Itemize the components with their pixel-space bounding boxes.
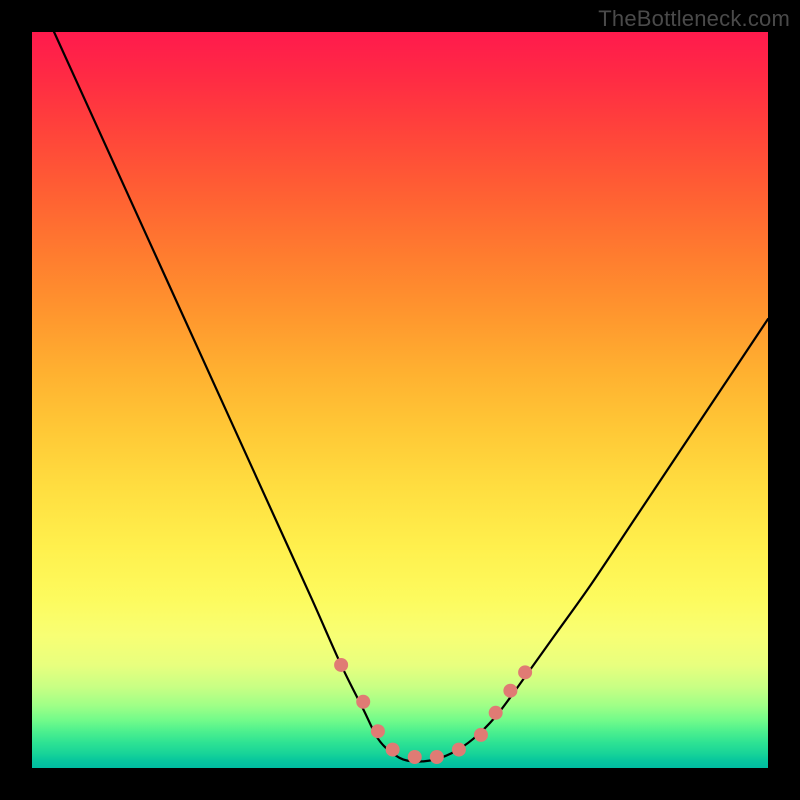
- chart-frame: TheBottleneck.com: [0, 0, 800, 800]
- highlight-dot: [430, 750, 444, 764]
- highlight-dot: [334, 658, 348, 672]
- highlight-dot: [518, 665, 532, 679]
- highlight-dot: [408, 750, 422, 764]
- plot-area: [32, 32, 768, 768]
- bottleneck-curve: [54, 32, 768, 762]
- highlight-dot: [371, 724, 385, 738]
- chart-svg: [32, 32, 768, 768]
- highlight-dot: [474, 728, 488, 742]
- highlight-dot: [489, 706, 503, 720]
- highlight-dot: [386, 743, 400, 757]
- curve-layer: [54, 32, 768, 762]
- highlight-dot: [356, 695, 370, 709]
- highlight-dot: [452, 743, 466, 757]
- watermark-text: TheBottleneck.com: [598, 6, 790, 32]
- highlight-dot: [503, 684, 517, 698]
